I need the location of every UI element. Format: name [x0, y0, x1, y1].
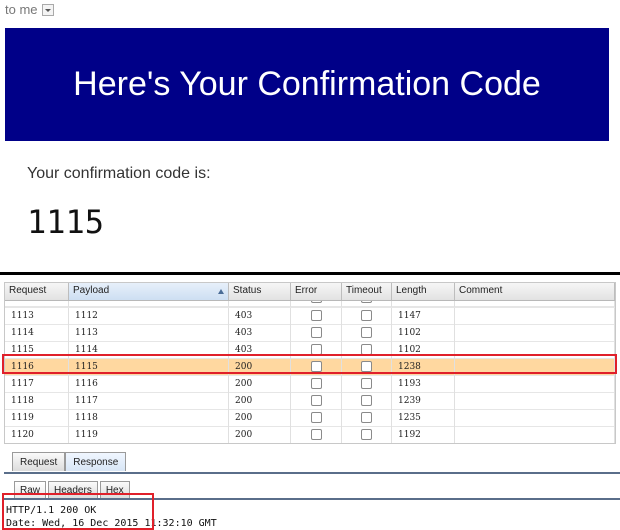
message-viewer: Request Response Raw Headers Hex HTTP/1.… [0, 448, 620, 530]
section-divider [0, 272, 620, 275]
cell-error [291, 410, 342, 427]
cell-payload: 1113 [69, 325, 229, 342]
partial-row-clipped: 1112 1111 1147 [5, 301, 615, 308]
tab-response[interactable]: Response [65, 452, 127, 471]
cell-timeout [342, 308, 392, 325]
cell-length: 1235 [392, 410, 455, 427]
cell-timeout [342, 410, 392, 427]
table-row[interactable]: 1112 1111 1147 [5, 301, 615, 307]
cell-status [229, 301, 291, 307]
col-payload-header[interactable]: Payload [69, 283, 229, 300]
cell-comment [455, 410, 615, 427]
cell-comment [455, 427, 615, 443]
response-annotation-box [2, 493, 154, 530]
cell-length: 1192 [392, 427, 455, 443]
col-timeout-header[interactable]: Timeout [342, 283, 392, 300]
cell-status: 403 [229, 308, 291, 325]
table-header: Request Payload Status Error Timeout Len… [5, 283, 615, 301]
timeout-checkbox [361, 395, 372, 406]
cell-timeout [342, 376, 392, 393]
cell-payload: 1112 [69, 308, 229, 325]
timeout-checkbox [361, 310, 372, 321]
cell-request: 1114 [5, 325, 69, 342]
recipient-line: to me [5, 2, 54, 17]
table-row[interactable]: 1118 1117 200 1239 [5, 393, 615, 410]
confirmation-code: 1115 [27, 203, 105, 241]
cell-length: 1193 [392, 376, 455, 393]
cell-request: 1118 [5, 393, 69, 410]
tab-request[interactable]: Request [12, 452, 66, 471]
cell-comment [455, 325, 615, 342]
table-row[interactable]: 1113 1112 403 1147 [5, 308, 615, 325]
cell-timeout [342, 325, 392, 342]
cell-status: 200 [229, 393, 291, 410]
table-body: 1113 1112 403 1147 1114 1113 403 1102 11… [5, 308, 615, 443]
cell-payload: 1111 [69, 301, 229, 307]
cell-request: 1117 [5, 376, 69, 393]
table-row[interactable]: 1117 1116 200 1193 [5, 376, 615, 393]
col-status-header[interactable]: Status [229, 283, 291, 300]
table-row[interactable]: 1120 1119 200 1192 [5, 427, 615, 443]
cell-status: 200 [229, 410, 291, 427]
error-checkbox [310, 301, 322, 303]
error-checkbox [310, 412, 322, 423]
cell-timeout [342, 393, 392, 410]
cell-payload: 1117 [69, 393, 229, 410]
cell-status: 200 [229, 376, 291, 393]
cell-error [291, 393, 342, 410]
timeout-checkbox [361, 327, 372, 338]
cell-error [291, 308, 342, 325]
error-checkbox [310, 327, 322, 338]
cell-comment [455, 393, 615, 410]
cell-payload: 1116 [69, 376, 229, 393]
banner-title: Here's Your Confirmation Code [73, 65, 541, 103]
cell-request: 1112 [5, 301, 69, 307]
cell-status: 403 [229, 325, 291, 342]
timeout-checkbox [361, 378, 372, 389]
col-payload-label: Payload [73, 285, 110, 296]
cell-request: 1120 [5, 427, 69, 443]
code-label: Your confirmation code is: [27, 165, 211, 182]
cell-comment [455, 376, 615, 393]
tabs-divider [4, 472, 620, 474]
cell-status: 200 [229, 427, 291, 443]
cell-error [291, 301, 342, 307]
cell-error [291, 325, 342, 342]
timeout-checkbox [361, 429, 372, 440]
cell-request: 1119 [5, 410, 69, 427]
message-tabs: Request Response [12, 452, 127, 471]
cell-length: 1147 [392, 308, 455, 325]
col-length-header[interactable]: Length [392, 283, 455, 300]
cell-request: 1113 [5, 308, 69, 325]
error-checkbox [310, 429, 322, 440]
cell-error [291, 427, 342, 443]
email-banner: Here's Your Confirmation Code [5, 28, 609, 141]
error-checkbox [310, 395, 322, 406]
cell-comment [455, 301, 615, 307]
timeout-checkbox [361, 301, 372, 303]
cell-timeout [342, 301, 392, 307]
cell-payload: 1119 [69, 427, 229, 443]
col-comment-header[interactable]: Comment [455, 283, 615, 300]
table-row[interactable]: 1119 1118 200 1235 [5, 410, 615, 427]
col-error-header[interactable]: Error [291, 283, 342, 300]
cell-length: 1147 [392, 301, 455, 307]
col-request-header[interactable]: Request [5, 283, 69, 300]
cell-payload: 1118 [69, 410, 229, 427]
sort-ascending-icon [218, 289, 224, 294]
error-checkbox [310, 310, 322, 321]
cell-length: 1102 [392, 325, 455, 342]
table-row[interactable]: 1114 1113 403 1102 [5, 325, 615, 342]
timeout-checkbox [361, 412, 372, 423]
cell-comment [455, 308, 615, 325]
highlight-annotation-box [2, 354, 617, 374]
recipient-label: to me [5, 2, 38, 17]
recipient-dropdown-icon[interactable] [41, 3, 54, 16]
cell-length: 1239 [392, 393, 455, 410]
cell-error [291, 376, 342, 393]
error-checkbox [310, 378, 322, 389]
cell-timeout [342, 427, 392, 443]
